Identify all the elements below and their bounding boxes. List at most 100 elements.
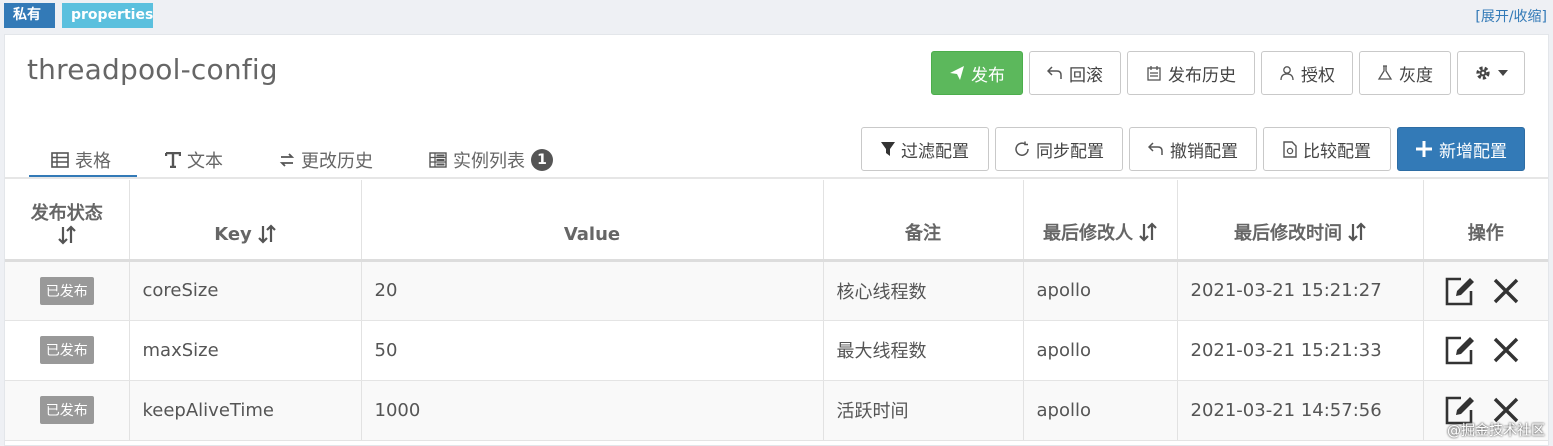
release-history-button[interactable]: 发布历史 — [1127, 51, 1255, 95]
user-icon — [1280, 66, 1294, 81]
settings-dropdown-button[interactable] — [1457, 51, 1525, 95]
send-icon — [950, 66, 964, 80]
header-ops: 操作 — [1423, 180, 1548, 262]
text-icon — [165, 152, 181, 168]
sort-icon — [258, 224, 276, 244]
key-cell: maxSize — [129, 320, 362, 381]
value-cell: 1000 — [361, 380, 824, 441]
sync-config-button[interactable]: 同步配置 — [995, 127, 1123, 171]
sort-icon — [1139, 221, 1157, 242]
value-cell: 20 — [361, 260, 824, 321]
filter-icon — [881, 142, 895, 156]
revoke-config-button[interactable]: 撤销配置 — [1129, 127, 1257, 171]
modifier-cell: apollo — [1023, 320, 1178, 381]
time-cell: 2021-03-21 14:57:56 — [1177, 380, 1424, 441]
ops-cell — [1423, 260, 1548, 321]
revoke-config-label: 撤销配置 — [1170, 141, 1238, 161]
edit-icon[interactable] — [1444, 275, 1476, 307]
file-compare-icon — [1283, 140, 1297, 158]
plus-icon — [1416, 141, 1432, 157]
watermark: @掘金技术社区 — [1447, 423, 1545, 439]
filter-config-label: 过滤配置 — [901, 141, 969, 161]
private-tag: 私有 — [4, 3, 55, 28]
table-icon — [51, 152, 69, 168]
flask-icon — [1377, 65, 1393, 80]
status-cell: 已发布 — [5, 260, 130, 321]
header-modifier-label: 最后修改人 — [1043, 222, 1133, 244]
sort-icon — [1348, 221, 1366, 242]
add-config-button[interactable]: 新增配置 — [1397, 127, 1525, 171]
table-row: 已发布 keepAliveTime 1000 活跃时间 apollo 2021-… — [5, 380, 1548, 441]
authorize-label: 授权 — [1301, 65, 1335, 85]
tabs-divider — [5, 177, 1548, 179]
authorize-button[interactable]: 授权 — [1261, 51, 1353, 95]
undo-icon — [1148, 142, 1163, 155]
tab-instance-list[interactable]: 实例列表 1 — [429, 141, 553, 179]
status-badge: 已发布 — [39, 336, 94, 364]
delete-icon[interactable] — [1492, 336, 1520, 364]
caret-down-icon — [1498, 70, 1508, 76]
header-modified-time[interactable]: 最后修改时间 — [1177, 180, 1424, 262]
time-cell: 2021-03-21 15:21:33 — [1177, 320, 1424, 381]
status-cell: 已发布 — [5, 380, 130, 441]
publish-button[interactable]: 发布 — [931, 51, 1023, 95]
format-tag: properties — [62, 3, 153, 28]
rollback-label: 回滚 — [1069, 65, 1103, 85]
header-status[interactable]: 发布状态 — [5, 180, 130, 262]
namespace-header: 私有 properties [展开/收缩] — [0, 0, 1553, 34]
table-header-row: 发布状态 Key Value 备注 最后修改人 最后修改时间 操作 — [5, 180, 1548, 262]
ops-cell — [1423, 320, 1548, 381]
publish-label: 发布 — [971, 65, 1005, 85]
calendar-icon — [1147, 66, 1161, 81]
comment-cell: 活跃时间 — [823, 380, 1024, 441]
header-comment: 备注 — [823, 180, 1024, 262]
header-key[interactable]: Key — [129, 180, 362, 262]
tab-instance-list-label: 实例列表 — [453, 151, 525, 172]
instance-count-badge: 1 — [531, 149, 553, 171]
header-key-label: Key — [214, 223, 252, 245]
gray-release-button[interactable]: 灰度 — [1359, 51, 1451, 95]
add-config-label: 新增配置 — [1439, 141, 1507, 161]
gear-icon — [1476, 66, 1490, 80]
header-value: Value — [361, 180, 824, 262]
header-comment-label: 备注 — [905, 222, 941, 244]
tab-text[interactable]: 文本 — [165, 141, 223, 179]
compare-config-button[interactable]: 比较配置 — [1263, 127, 1391, 171]
header-ops-label: 操作 — [1467, 222, 1504, 244]
expand-collapse-link[interactable]: [展开/收缩] — [1475, 6, 1547, 26]
value-cell: 50 — [361, 320, 824, 381]
rollback-icon — [1047, 66, 1062, 79]
gray-release-label: 灰度 — [1399, 65, 1433, 85]
status-cell: 已发布 — [5, 320, 130, 381]
time-cell: 2021-03-21 15:21:27 — [1177, 260, 1424, 321]
header-modified-time-label: 最后修改时间 — [1234, 222, 1342, 244]
header-value-label: Value — [563, 223, 621, 245]
exchange-icon — [279, 153, 295, 167]
config-table: 发布状态 Key Value 备注 最后修改人 最后修改时间 操作 已发布 co… — [5, 180, 1548, 441]
tab-text-label: 文本 — [187, 151, 223, 172]
sync-config-label: 同步配置 — [1036, 141, 1104, 161]
modifier-cell: apollo — [1023, 380, 1178, 441]
namespace-panel: threadpool-config 发布 回滚 发布历史 授权 灰度 表格 文本… — [4, 34, 1549, 446]
filter-config-button[interactable]: 过滤配置 — [861, 127, 989, 171]
compare-config-label: 比较配置 — [1303, 141, 1371, 161]
key-cell: coreSize — [129, 260, 362, 321]
modifier-cell: apollo — [1023, 260, 1178, 321]
server-list-icon — [429, 152, 447, 168]
tab-change-history[interactable]: 更改历史 — [279, 141, 373, 179]
rollback-button[interactable]: 回滚 — [1029, 51, 1121, 95]
tab-change-history-label: 更改历史 — [301, 151, 373, 172]
comment-cell: 最大线程数 — [823, 320, 1024, 381]
header-modifier[interactable]: 最后修改人 — [1023, 180, 1178, 262]
comment-cell: 核心线程数 — [823, 260, 1024, 321]
header-status-label: 发布状态 — [30, 202, 103, 224]
edit-icon[interactable] — [1444, 334, 1476, 366]
tab-table[interactable]: 表格 — [51, 141, 111, 179]
namespace-title: threadpool-config — [27, 53, 278, 86]
sort-icon — [57, 224, 76, 245]
delete-icon[interactable] — [1492, 277, 1520, 305]
key-cell: keepAliveTime — [129, 380, 362, 441]
table-row: 已发布 coreSize 20 核心线程数 apollo 2021-03-21 … — [5, 260, 1548, 321]
table-row: 已发布 maxSize 50 最大线程数 apollo 2021-03-21 1… — [5, 320, 1548, 381]
refresh-icon — [1015, 141, 1029, 156]
